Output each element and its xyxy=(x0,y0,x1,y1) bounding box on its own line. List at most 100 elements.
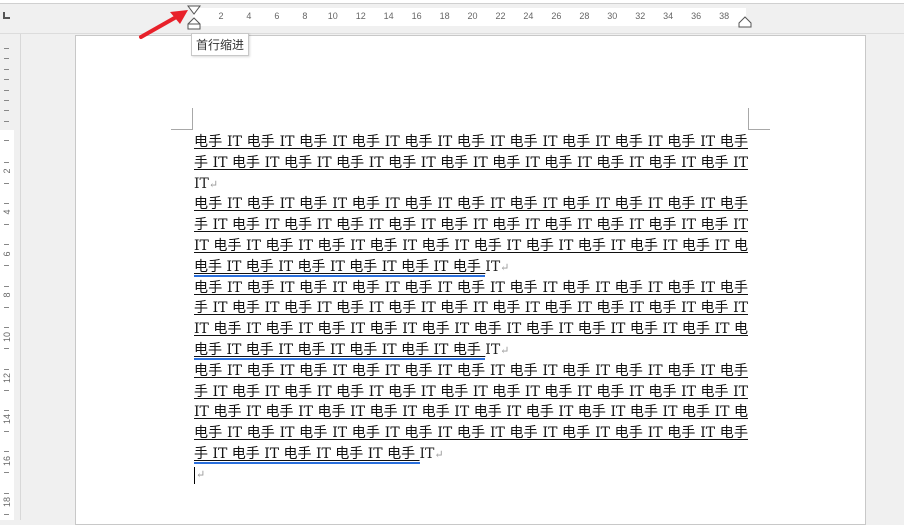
ruler-tick-label: 10 xyxy=(327,11,338,21)
text-line: 手 IT 电手 IT 电手 IT 电手 IT 电手 IT 电手 IT 电手 IT… xyxy=(194,298,748,319)
ruler-tick-mark xyxy=(4,110,9,112)
underlined-text: 电手 IT 电手 IT 电手 IT 电手 IT 电手 IT 电手 IT 电手 I… xyxy=(194,278,748,299)
horizontal-ruler[interactable]: 2 4 6 8 10 12 14 16 18 20 22 24 26 28 30 32 34 36 38 xyxy=(193,8,746,26)
ruler-tick-mark xyxy=(4,430,9,432)
ruler-tick-label: 34 xyxy=(663,11,674,21)
right-indent-marker[interactable] xyxy=(738,16,752,28)
underlined-text: 电手 IT 电手 IT 电手 IT 电手 IT 电手 IT 电手 IT 电手 I… xyxy=(194,423,748,444)
ruler-tick-mark xyxy=(4,182,9,184)
ruler-tick-mark xyxy=(4,79,9,81)
plain-text: IT xyxy=(485,341,501,358)
red-arrow-annotation-icon xyxy=(139,10,188,39)
ruler-tick-mark xyxy=(4,451,9,453)
ruler-tick-label: 2 xyxy=(2,168,12,174)
ruler-tick-mark xyxy=(4,140,9,141)
ruler-tick-label: 4 xyxy=(246,11,252,21)
ruler-tick-label: 18 xyxy=(2,497,12,508)
ruler-tick-label: 18 xyxy=(439,11,450,21)
plain-text: IT xyxy=(194,175,209,192)
text-line: IT 电手 IT 电手 IT 电手 IT 电手 IT 电手 IT 电手 IT 电… xyxy=(194,402,748,423)
ruler-tick-mark xyxy=(4,89,9,91)
text-line: 电手 IT 电手 IT 电手 IT 电手 IT 电手 IT 电手 IT↵ xyxy=(194,257,748,278)
ruler-tick-label: 36 xyxy=(691,11,702,21)
ruler-tick-mark xyxy=(4,513,9,515)
ruler-tick-label: 12 xyxy=(2,373,12,384)
paragraph-mark: ↵ xyxy=(434,447,444,461)
ruler-tick-label: 8 xyxy=(302,11,308,21)
ruler-tick-label: 22 xyxy=(495,11,506,21)
text-line: 手 IT 电手 IT 电手 IT 电手 IT 电手 IT 电手 IT 电手 IT… xyxy=(194,153,748,174)
text-line: 手 IT 电手 IT 电手 IT 电手 IT 电手 IT 电手 IT 电手 IT… xyxy=(194,382,748,403)
crop-mark-left xyxy=(171,108,193,130)
underlined-text: 手 IT 电手 IT 电手 IT 电手 IT 电手 IT 电手 IT 电手 IT… xyxy=(194,298,748,319)
underlined-text: IT 电手 IT 电手 IT 电手 IT 电手 IT 电手 IT 电手 IT 电… xyxy=(194,319,748,340)
ruler-tick-label: 32 xyxy=(635,11,646,21)
ruler-tick-mark xyxy=(4,244,9,246)
text-line: 电手 IT 电手 IT 电手 IT 电手 IT 电手 IT 电手 IT 电手 I… xyxy=(194,132,748,153)
plain-text: IT xyxy=(485,258,501,275)
tab-stop-selector[interactable] xyxy=(3,12,10,19)
underlined-text: 电手 IT 电手 IT 电手 IT 电手 IT 电手 IT 电手 IT 电手 I… xyxy=(194,361,748,382)
ruler-tick-label: 6 xyxy=(274,11,280,21)
vertical-ruler-divider xyxy=(20,34,21,520)
document-body[interactable]: 电手 IT 电手 IT 电手 IT 电手 IT 电手 IT 电手 IT 电手 I… xyxy=(194,132,748,465)
text-cursor xyxy=(194,467,195,484)
paragraph-mark: ↵ xyxy=(500,343,510,357)
plain-text: IT xyxy=(419,445,435,462)
ruler-tick-label: 16 xyxy=(411,11,422,21)
underlined-text: 电手 IT 电手 IT 电手 IT 电手 IT 电手 IT 电手 xyxy=(194,258,486,277)
text-line: 手 IT 电手 IT 电手 IT 电手 IT 电手 IT↵ xyxy=(194,444,748,465)
ruler-tick-label: 30 xyxy=(607,11,618,21)
ruler-tick-label: 26 xyxy=(551,11,562,21)
underlined-text: 电手 IT 电手 IT 电手 IT 电手 IT 电手 IT 电手 xyxy=(194,341,486,360)
ruler-tick-mark xyxy=(4,368,9,370)
tooltip: 首行缩进 xyxy=(191,33,250,56)
ruler-tick-label: 16 xyxy=(2,455,12,466)
ruler-tick-mark xyxy=(4,58,9,60)
ruler-tick-label: 6 xyxy=(2,251,12,257)
ruler-tick-mark xyxy=(4,265,9,267)
text-line: 电手 IT 电手 IT 电手 IT 电手 IT 电手 IT 电手 IT↵ xyxy=(194,340,748,361)
ruler-tick-label: 20 xyxy=(467,11,478,21)
ruler-tick-mark xyxy=(4,161,9,163)
text-line: IT↵ xyxy=(194,174,748,195)
ruler-tick-mark xyxy=(4,120,9,122)
ruler-tick-mark xyxy=(4,100,9,101)
ruler-tick-label: 4 xyxy=(2,209,12,215)
ruler-tick-mark xyxy=(4,48,9,49)
ruler-tick-label: 24 xyxy=(523,11,534,21)
paragraph-mark: ↵ xyxy=(500,260,510,274)
underlined-text: 电手 IT 电手 IT 电手 IT 电手 IT 电手 IT 电手 IT 电手 I… xyxy=(194,132,748,153)
ruler-tick-mark xyxy=(4,389,9,391)
ruler-tick-mark xyxy=(4,68,9,70)
ruler-tick-label: 14 xyxy=(2,414,12,425)
ruler-tick-label: 28 xyxy=(579,11,590,21)
text-line: 电手 IT 电手 IT 电手 IT 电手 IT 电手 IT 电手 IT 电手 I… xyxy=(194,194,748,215)
ruler-tick-mark xyxy=(4,327,9,329)
ruler-tick-mark xyxy=(4,306,9,308)
ruler-tick-mark xyxy=(4,472,9,474)
ruler-tick-mark xyxy=(4,285,9,287)
ruler-tick-label: 14 xyxy=(383,11,394,21)
text-line: IT 电手 IT 电手 IT 电手 IT 电手 IT 电手 IT 电手 IT 电… xyxy=(194,236,748,257)
underlined-text: 手 IT 电手 IT 电手 IT 电手 IT 电手 xyxy=(194,445,420,464)
ruler-tick-label: 2 xyxy=(218,11,224,21)
paragraph-mark: ↵ xyxy=(196,468,206,481)
text-line: 电手 IT 电手 IT 电手 IT 电手 IT 电手 IT 电手 IT 电手 I… xyxy=(194,278,748,299)
crop-mark-right xyxy=(748,108,770,130)
underlined-text: 手 IT 电手 IT 电手 IT 电手 IT 电手 IT 电手 IT 电手 IT… xyxy=(194,153,748,174)
ruler-tick-label: 8 xyxy=(2,292,12,298)
underlined-text: IT 电手 IT 电手 IT 电手 IT 电手 IT 电手 IT 电手 IT 电… xyxy=(194,236,748,257)
underlined-text: 手 IT 电手 IT 电手 IT 电手 IT 电手 IT 电手 IT 电手 IT… xyxy=(194,215,748,236)
underlined-text: 手 IT 电手 IT 电手 IT 电手 IT 电手 IT 电手 IT 电手 IT… xyxy=(194,382,748,403)
ruler-tick-mark xyxy=(4,348,9,350)
text-line: IT 电手 IT 电手 IT 电手 IT 电手 IT 电手 IT 电手 IT 电… xyxy=(194,319,748,340)
ruler-tick-mark xyxy=(4,202,9,204)
vertical-ruler[interactable]: 2 4 6 8 10 12 14 16 18 xyxy=(0,130,14,520)
ruler-tick-mark xyxy=(4,223,9,225)
text-line: 手 IT 电手 IT 电手 IT 电手 IT 电手 IT 电手 IT 电手 IT… xyxy=(194,215,748,236)
ruler-tick-mark xyxy=(4,492,9,494)
ruler-tick-label: 38 xyxy=(719,11,730,21)
ruler-tick-mark xyxy=(4,409,9,411)
text-line: 电手 IT 电手 IT 电手 IT 电手 IT 电手 IT 电手 IT 电手 I… xyxy=(194,423,748,444)
